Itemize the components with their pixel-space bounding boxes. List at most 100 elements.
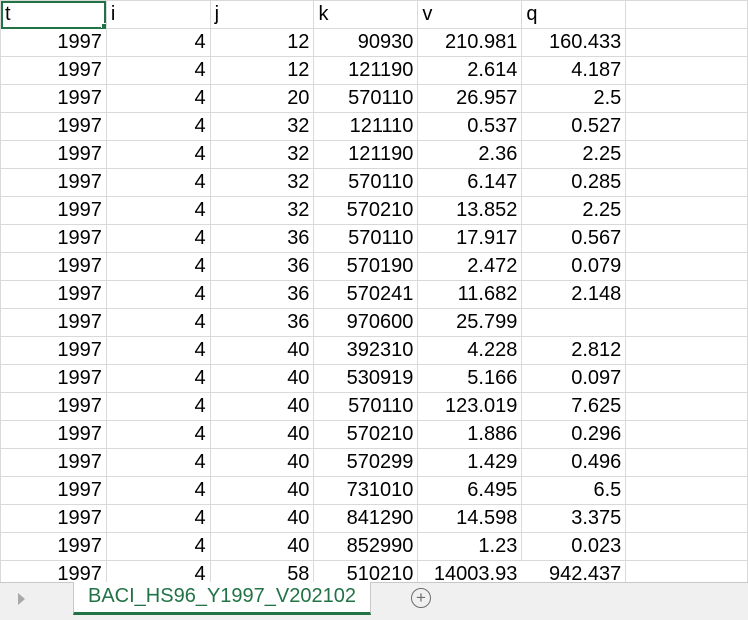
active-cell[interactable]: t [0,0,107,29]
data-cell[interactable]: 1997 [0,476,107,505]
data-cell[interactable]: 40 [209,476,315,505]
data-cell[interactable]: 4 [105,336,211,365]
data-cell[interactable]: 0.285 [521,168,627,197]
header-cell-2[interactable]: j [209,0,315,29]
data-cell[interactable]: 13.852 [417,196,523,225]
data-cell[interactable]: 36 [209,280,315,309]
data-cell[interactable]: 0.527 [521,112,627,141]
data-cell[interactable]: 4 [105,308,211,337]
data-cell[interactable]: 4 [105,112,211,141]
empty-cell[interactable] [625,560,748,582]
data-cell[interactable]: 32 [209,140,315,169]
empty-cell[interactable] [625,56,748,85]
data-cell[interactable]: 6.495 [417,476,523,505]
data-cell[interactable]: 17.917 [417,224,523,253]
data-cell[interactable]: 4 [105,168,211,197]
data-cell[interactable]: 4 [105,280,211,309]
data-cell[interactable]: 1997 [0,196,107,225]
data-cell[interactable]: 40 [209,504,315,533]
empty-cell[interactable] [625,476,748,505]
data-cell[interactable]: 1997 [0,392,107,421]
data-cell[interactable]: 570241 [313,280,419,309]
data-cell[interactable]: 852990 [313,532,419,561]
data-cell[interactable]: 4.228 [417,336,523,365]
data-cell[interactable]: 0.537 [417,112,523,141]
data-cell[interactable]: 40 [209,392,315,421]
empty-cell[interactable] [625,0,748,29]
data-cell[interactable]: 36 [209,252,315,281]
data-cell[interactable]: 6.5 [521,476,627,505]
empty-cell[interactable] [625,168,748,197]
data-cell[interactable]: 2.36 [417,140,523,169]
empty-cell[interactable] [625,140,748,169]
data-cell[interactable]: 4 [105,140,211,169]
data-cell[interactable]: 4 [105,84,211,113]
data-cell[interactable]: 32 [209,112,315,141]
scroll-tabs-right-icon[interactable] [18,593,25,605]
data-cell[interactable]: 90930 [313,28,419,57]
data-cell[interactable]: 510210 [313,560,419,582]
data-cell[interactable]: 123.019 [417,392,523,421]
empty-cell[interactable] [625,196,748,225]
data-cell[interactable]: 1997 [0,308,107,337]
data-cell[interactable]: 4 [105,196,211,225]
data-cell[interactable]: 1997 [0,364,107,393]
data-cell[interactable]: 58 [209,560,315,582]
add-sheet-icon[interactable]: + [411,588,431,608]
data-cell[interactable]: 1997 [0,504,107,533]
sheet-tab-active[interactable]: BACI_HS96_Y1997_V202102 [73,582,371,615]
header-cell-1[interactable]: i [105,0,211,29]
fill-handle[interactable] [100,23,106,28]
data-cell[interactable]: 1997 [0,84,107,113]
data-cell[interactable]: 530919 [313,364,419,393]
data-cell[interactable]: 2.25 [521,196,627,225]
empty-cell[interactable] [625,448,748,477]
data-cell[interactable]: 121190 [313,140,419,169]
data-cell[interactable]: 1997 [0,140,107,169]
empty-cell[interactable] [625,280,748,309]
data-cell[interactable]: 4 [105,28,211,57]
header-cell-3[interactable]: k [313,0,419,29]
data-cell[interactable]: 4.187 [521,56,627,85]
data-cell[interactable]: 1997 [0,56,107,85]
data-cell[interactable]: 40 [209,420,315,449]
data-cell[interactable]: 0.079 [521,252,627,281]
data-cell[interactable]: 1997 [0,224,107,253]
data-cell[interactable]: 121190 [313,56,419,85]
data-cell[interactable]: 2.812 [521,336,627,365]
data-cell[interactable]: 32 [209,196,315,225]
data-cell[interactable]: 1997 [0,28,107,57]
data-cell[interactable]: 25.799 [417,308,523,337]
data-cell[interactable]: 570299 [313,448,419,477]
data-cell[interactable]: 12 [209,28,315,57]
data-cell[interactable]: 210.981 [417,28,523,57]
data-cell[interactable]: 1997 [0,448,107,477]
data-cell[interactable]: 1.886 [417,420,523,449]
data-cell[interactable]: 942.437 [521,560,627,582]
data-cell[interactable]: 0.496 [521,448,627,477]
data-cell[interactable]: 6.147 [417,168,523,197]
data-cell[interactable]: 570110 [313,392,419,421]
data-cell[interactable]: 1997 [0,420,107,449]
empty-cell[interactable] [625,224,748,253]
data-cell[interactable]: 570110 [313,224,419,253]
empty-cell[interactable] [625,392,748,421]
empty-cell[interactable] [625,84,748,113]
data-cell[interactable]: 40 [209,532,315,561]
empty-cell[interactable] [625,364,748,393]
empty-cell[interactable] [625,308,748,337]
data-cell[interactable]: 11.682 [417,280,523,309]
data-cell[interactable]: 1997 [0,532,107,561]
data-cell[interactable]: 14003.93 [417,560,522,582]
data-cell[interactable]: 570190 [313,252,419,281]
header-cell-4[interactable]: v [417,0,523,29]
data-cell[interactable]: 2.472 [417,252,523,281]
data-cell[interactable]: 36 [209,224,315,253]
data-cell[interactable] [521,308,627,337]
data-cell[interactable]: 160.433 [521,28,627,57]
data-cell[interactable]: 12 [209,56,315,85]
empty-cell[interactable] [625,532,748,561]
header-cell-5[interactable]: q [521,0,627,29]
data-cell[interactable]: 0.296 [521,420,627,449]
worksheet-grid[interactable]: t i j k v q 1997 4 12 90930 210.981 160.433 1997 4 12 1… [0,0,748,582]
